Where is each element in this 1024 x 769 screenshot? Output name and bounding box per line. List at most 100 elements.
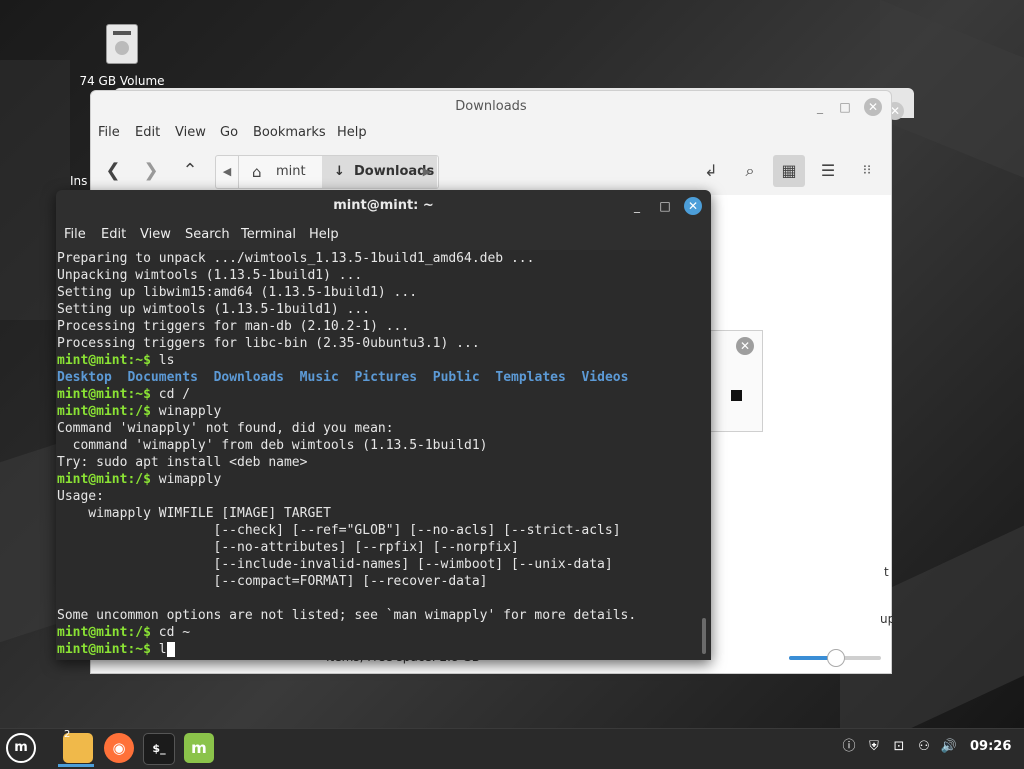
notification-icon[interactable]: ⓘ — [840, 738, 858, 756]
desktop-volume-label: 74 GB Volume — [79, 74, 165, 88]
output-line: Setting up libwim15:amd64 (1.13.5-1build… — [57, 285, 418, 300]
term-menu-help[interactable]: Help — [309, 227, 339, 242]
back-arrow-icon[interactable]: ❮ — [97, 155, 129, 187]
mint-menu-icon[interactable]: m — [6, 733, 36, 763]
toggle-location-icon[interactable]: ↲ — [695, 155, 727, 187]
command-text: cd ~ — [150, 625, 191, 640]
stop-icon[interactable] — [731, 390, 742, 401]
mintinstall-icon[interactable]: m — [184, 733, 214, 763]
terminal-title: mint@mint: ~ — [333, 198, 434, 213]
terminal-window: mint@mint: ~ _ □ ✕ File Edit View Search… — [56, 190, 711, 660]
dir-entry: Public — [432, 370, 480, 385]
fm-close-icon[interactable]: ✕ — [864, 98, 882, 116]
zoom-slider-handle[interactable] — [827, 649, 845, 667]
command-text: wimapply — [150, 472, 222, 487]
term-menu-terminal[interactable]: Terminal — [241, 227, 296, 242]
fm-maximize-icon[interactable]: □ — [836, 98, 854, 116]
breadcrumb: ◀ ⌂ mint ↓ Downloads ▶ — [215, 155, 439, 189]
fm-menu-edit[interactable]: Edit — [135, 125, 160, 140]
term-menu-view[interactable]: View — [140, 227, 171, 242]
terminal-minimize-icon[interactable]: _ — [628, 197, 646, 215]
command-text: ls — [150, 353, 175, 368]
list-view-icon[interactable]: ☰ — [812, 155, 844, 187]
term-menu-file[interactable]: File — [64, 227, 86, 242]
file-manager-title: Downloads — [455, 99, 527, 114]
breadcrumb-mint[interactable]: ⌂ mint — [240, 156, 320, 188]
compact-view-icon[interactable]: ⁝⁝ — [851, 155, 883, 187]
active-window-indicator — [58, 764, 94, 767]
terminal-scrollbar[interactable] — [702, 618, 706, 654]
output-line: Command 'winapply' not found, did you me… — [57, 421, 394, 436]
dir-entry: Templates — [495, 370, 566, 385]
prompt: mint@mint:/$ — [57, 472, 151, 487]
update-manager-icon[interactable]: ⊡ — [890, 738, 908, 756]
prompt: mint@mint:~$ — [57, 387, 151, 402]
ls-output-line: Desktop Documents Downloads Music Pictur… — [57, 369, 628, 386]
command-line: mint@mint:/$ cd ~ — [57, 624, 190, 641]
current-command-line[interactable]: mint@mint:~$ l — [57, 641, 175, 658]
output-line: Processing triggers for libc-bin (2.35-0… — [57, 336, 480, 351]
desktop-volume-icon[interactable]: 74 GB Volume — [72, 24, 172, 88]
term-menu-edit[interactable]: Edit — [101, 227, 126, 242]
command-line: mint@mint:~$ cd / — [57, 386, 190, 403]
prompt: mint@mint:~$ — [57, 642, 151, 657]
command-text: winapply — [150, 404, 222, 419]
command-text: cd / — [150, 387, 191, 402]
terminal-maximize-icon[interactable]: □ — [656, 197, 674, 215]
prompt: mint@mint:/$ — [57, 404, 151, 419]
output-line: [--no-attributes] [--rpfix] [--norpfix] — [57, 540, 519, 555]
output-line: Unpacking wimtools (1.13.5-1build1) ... — [57, 268, 363, 283]
breadcrumb-mint-label: mint — [276, 164, 306, 179]
fm-partial-text-2: up — [880, 612, 896, 626]
fm-menu-file[interactable]: File — [98, 125, 120, 140]
up-arrow-icon[interactable]: ⌃ — [174, 155, 206, 187]
dir-entry: Desktop — [57, 370, 112, 385]
fm-menu-help[interactable]: Help — [337, 125, 367, 140]
output-line: Preparing to unpack .../wimtools_1.13.5-… — [57, 251, 535, 266]
output-line: [--compact=FORMAT] [--recover-data] — [57, 574, 488, 589]
icon-view-icon[interactable]: ▦ — [773, 155, 805, 187]
output-line: [--check] [--ref="GLOB"] [--no-acls] [--… — [57, 523, 621, 538]
drive-icon — [106, 24, 138, 64]
output-line: [--include-invalid-names] [--wimboot] [-… — [57, 557, 613, 572]
workspace-badge: 2 — [64, 729, 71, 740]
terminal-output[interactable]: Preparing to unpack .../wimtools_1.13.5-… — [56, 250, 711, 660]
breadcrumb-right-arrow-icon[interactable]: ▶ — [416, 156, 438, 188]
output-line: Processing triggers for man-db (2.10.2-1… — [57, 319, 410, 334]
home-icon: ⌂ — [252, 163, 262, 181]
command-input-text: l — [150, 642, 167, 657]
output-line: command 'wimapply' from deb wimtools (1.… — [57, 438, 488, 453]
terminal-close-icon[interactable]: ✕ — [684, 197, 702, 215]
network-icon[interactable]: ⚇ — [915, 738, 933, 756]
volume-icon[interactable]: 🔊 — [940, 738, 958, 756]
dir-entry: Documents — [127, 370, 198, 385]
dir-entry: Music — [299, 370, 339, 385]
firefox-icon[interactable]: ◉ — [104, 733, 134, 763]
command-line: mint@mint:/$ winapply — [57, 403, 221, 420]
terminal-app-icon[interactable]: $_ — [143, 733, 175, 765]
fm-menu-bookmarks[interactable]: Bookmarks — [253, 125, 326, 140]
breadcrumb-left-arrow-icon[interactable]: ◀ — [216, 156, 239, 188]
shield-icon[interactable]: ⛨ — [865, 738, 883, 756]
forward-arrow-icon[interactable]: ❯ — [135, 155, 167, 187]
desktop-partial-label[interactable]: Ins — [70, 174, 87, 188]
dir-entry: Downloads — [213, 370, 285, 385]
output-line: wimapply WIMFILE [IMAGE] TARGET — [57, 506, 331, 521]
output-line: Setting up wimtools (1.13.5-1build1) ... — [57, 302, 371, 317]
output-line: Usage: — [57, 489, 104, 504]
text-cursor — [166, 642, 175, 657]
prompt: mint@mint:/$ — [57, 625, 151, 640]
prompt: mint@mint:~$ — [57, 353, 151, 368]
output-line: Try: sudo apt install <deb name> — [57, 455, 308, 470]
fm-menu-go[interactable]: Go — [220, 125, 238, 140]
search-icon[interactable]: ⌕ — [734, 155, 766, 187]
clock[interactable]: 09:26 — [970, 739, 1011, 754]
dir-entry: Videos — [581, 370, 629, 385]
fm-minimize-icon[interactable]: _ — [811, 98, 829, 116]
command-line: mint@mint:/$ wimapply — [57, 471, 221, 488]
dialog-close-icon[interactable]: ✕ — [736, 337, 754, 355]
command-line: mint@mint:~$ ls — [57, 352, 174, 369]
fm-menu-view[interactable]: View — [175, 125, 206, 140]
output-line: Some uncommon options are not listed; se… — [57, 608, 637, 623]
term-menu-search[interactable]: Search — [185, 227, 230, 242]
